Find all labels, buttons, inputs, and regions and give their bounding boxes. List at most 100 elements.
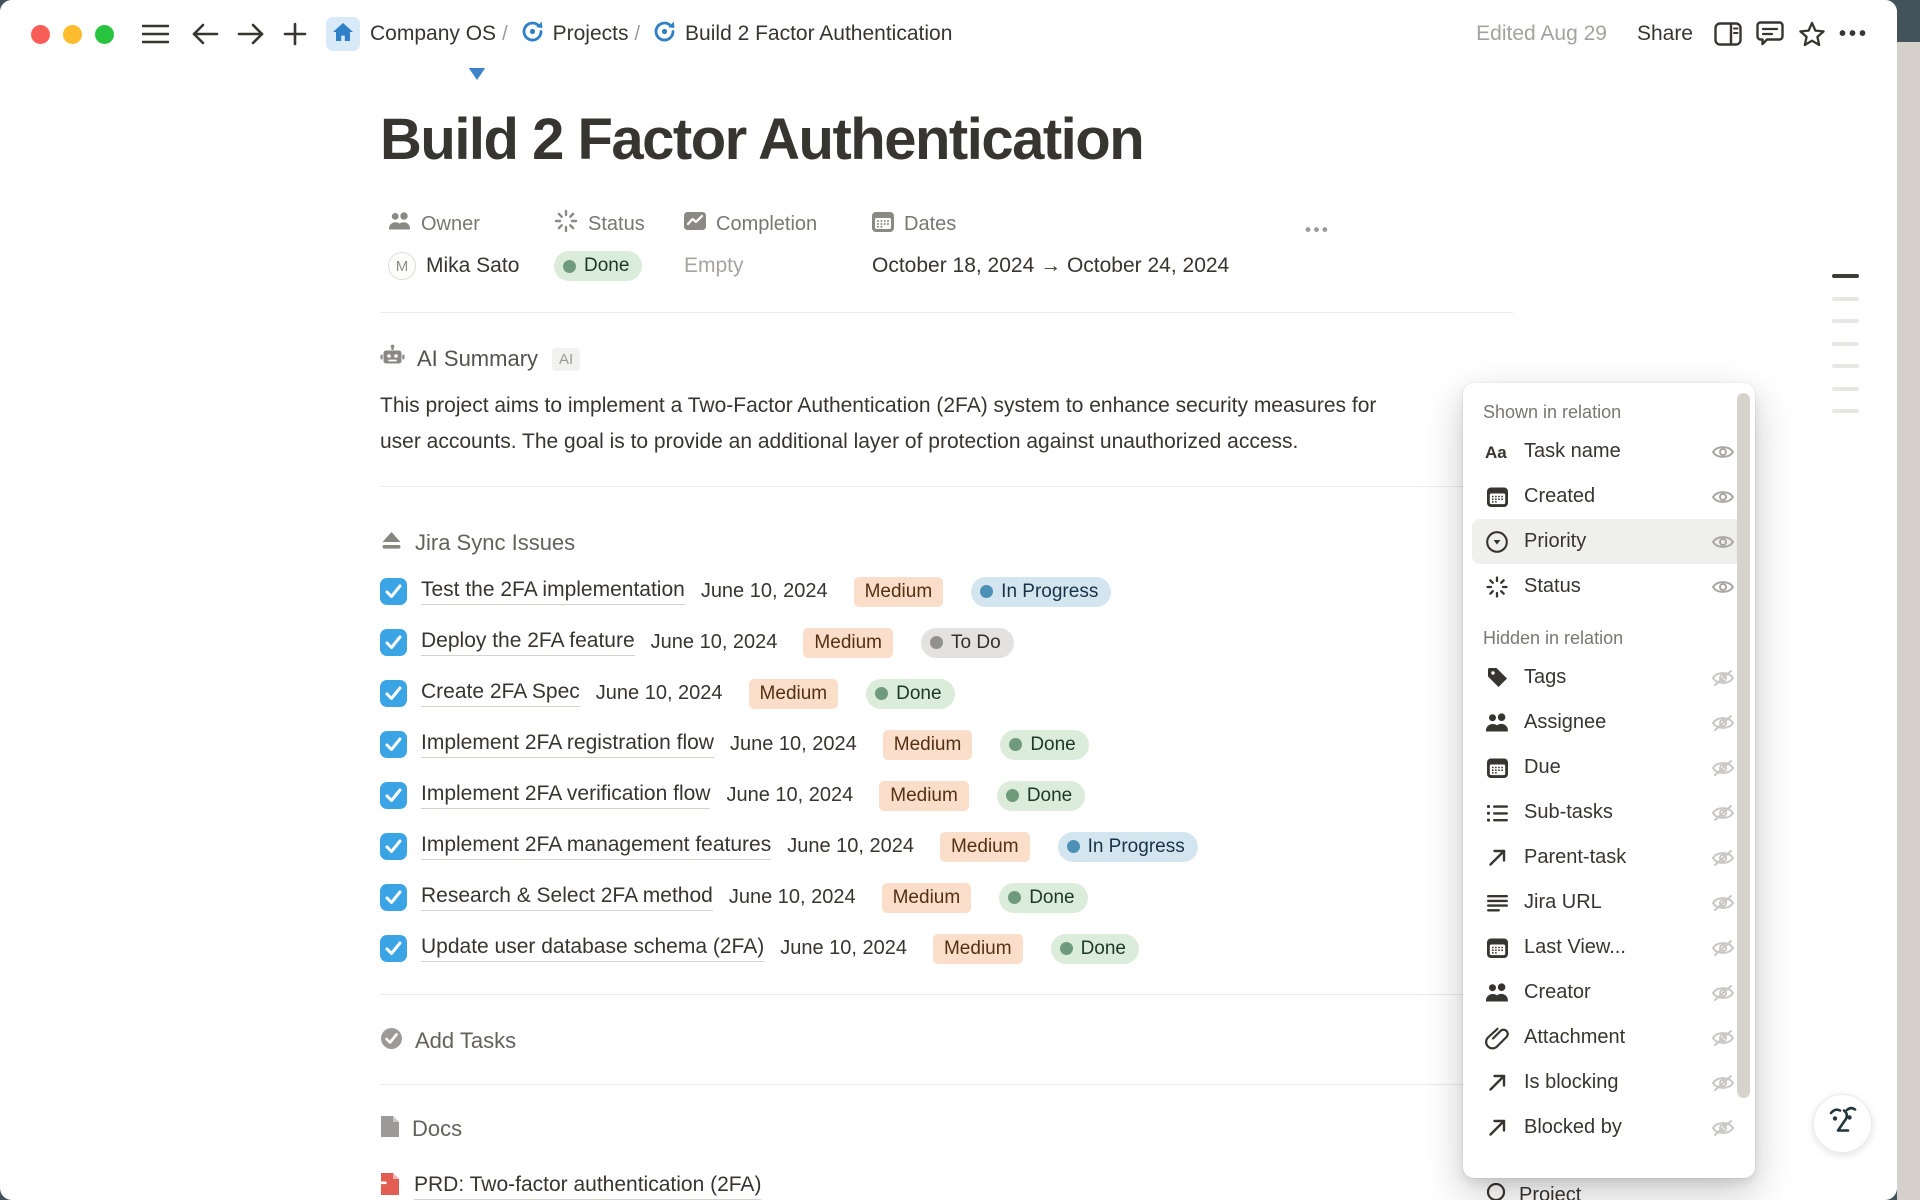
favorite-button[interactable] bbox=[1795, 17, 1829, 51]
popup-item-priority[interactable]: Priority bbox=[1472, 519, 1746, 564]
dates-value[interactable]: October 18, 2024 → October 24, 2024 bbox=[872, 246, 1302, 286]
task-link[interactable]: Implement 2FA verification flow bbox=[421, 782, 710, 809]
desktop-strip bbox=[1897, 42, 1920, 1200]
new-tab-button[interactable] bbox=[278, 17, 312, 51]
eye-hidden-icon[interactable] bbox=[1710, 804, 1736, 822]
checkbox-checked[interactable] bbox=[380, 731, 407, 758]
popup-item-last-viewed[interactable]: Last View... bbox=[1472, 925, 1746, 970]
jira-sync-header[interactable]: Jira Sync Issues bbox=[380, 528, 575, 558]
breadcrumb-current[interactable]: Build 2 Factor Authentication bbox=[685, 22, 952, 46]
zoom-window-button[interactable] bbox=[95, 25, 114, 44]
task-date: June 10, 2024 bbox=[787, 835, 914, 858]
sync-icon bbox=[652, 19, 677, 49]
priority-badge: Medium bbox=[854, 577, 944, 607]
relation-properties-popup: Shown in relation Aa Task name Created P… bbox=[1463, 383, 1755, 1178]
eye-hidden-icon[interactable] bbox=[1710, 849, 1736, 867]
people-icon bbox=[388, 211, 411, 237]
doc-link[interactable]: PRD: Two-factor authentication (2FA) bbox=[414, 1173, 761, 1200]
popup-item-task-name[interactable]: Aa Task name bbox=[1472, 429, 1746, 474]
eye-hidden-icon[interactable] bbox=[1710, 1119, 1736, 1137]
popup-item-is-blocking[interactable]: Is blocking bbox=[1472, 1060, 1746, 1105]
eye-hidden-icon[interactable] bbox=[1710, 894, 1736, 912]
popup-item-sub-tasks[interactable]: Sub-tasks bbox=[1472, 790, 1746, 835]
popup-item-tags[interactable]: Tags bbox=[1472, 655, 1746, 700]
task-link[interactable]: Create 2FA Spec bbox=[421, 680, 580, 707]
eye-hidden-icon[interactable] bbox=[1710, 714, 1736, 732]
popup-scrollbar[interactable] bbox=[1737, 393, 1750, 1098]
status-badge: In Progress bbox=[971, 577, 1111, 607]
back-button[interactable] bbox=[188, 17, 222, 51]
popup-item-created[interactable]: Created bbox=[1472, 474, 1746, 519]
eye-visible-icon[interactable] bbox=[1710, 488, 1736, 506]
forward-button[interactable] bbox=[234, 17, 268, 51]
list-icon bbox=[1484, 800, 1510, 826]
popup-item-status[interactable]: Status bbox=[1472, 564, 1746, 609]
task-link[interactable]: Test the 2FA implementation bbox=[421, 578, 685, 605]
popup-item-assignee[interactable]: Assignee bbox=[1472, 700, 1746, 745]
ai-face-icon bbox=[1823, 1100, 1863, 1147]
status-badge: Done bbox=[999, 883, 1087, 913]
breadcrumb-root[interactable]: Company OS bbox=[370, 22, 496, 46]
eye-hidden-icon[interactable] bbox=[1710, 669, 1736, 687]
eye-hidden-icon[interactable] bbox=[1710, 984, 1736, 1002]
popup-item-blocked-by[interactable]: Blocked by bbox=[1472, 1105, 1746, 1150]
popup-item-jira-url[interactable]: Jira URL bbox=[1472, 880, 1746, 925]
checkbox-checked[interactable] bbox=[380, 935, 407, 962]
breadcrumb-home[interactable] bbox=[326, 17, 360, 51]
checkbox-checked[interactable] bbox=[380, 884, 407, 911]
eye-hidden-icon[interactable] bbox=[1710, 939, 1736, 957]
eye-hidden-icon[interactable] bbox=[1710, 759, 1736, 777]
minimize-window-button[interactable] bbox=[63, 25, 82, 44]
task-row: Update user database schema (2FA) June 1… bbox=[380, 923, 1520, 974]
table-of-contents-indicator[interactable] bbox=[1832, 274, 1859, 432]
comments-button[interactable] bbox=[1753, 17, 1787, 51]
open-sidepanel-button[interactable] bbox=[1711, 17, 1745, 51]
priority-badge: Medium bbox=[879, 781, 969, 811]
eye-visible-icon[interactable] bbox=[1710, 533, 1736, 551]
menu-button[interactable] bbox=[138, 17, 172, 51]
share-button[interactable]: Share bbox=[1627, 18, 1703, 50]
popup-item-parent-task[interactable]: Parent-task bbox=[1472, 835, 1746, 880]
page-title[interactable]: Build 2 Factor Authentication bbox=[380, 106, 1143, 173]
owner-value[interactable]: M Mika Sato bbox=[388, 246, 554, 286]
checkbox-checked[interactable] bbox=[380, 782, 407, 809]
eye-hidden-icon[interactable] bbox=[1710, 1029, 1736, 1047]
page-more-button[interactable]: ••• bbox=[1837, 17, 1871, 51]
task-link[interactable]: Research & Select 2FA method bbox=[421, 884, 713, 911]
docs-header[interactable]: Docs bbox=[380, 1114, 462, 1144]
checkbox-checked[interactable] bbox=[380, 833, 407, 860]
checkbox-checked[interactable] bbox=[380, 578, 407, 605]
ellipsis-icon: ••• bbox=[1839, 23, 1869, 46]
task-date: June 10, 2024 bbox=[726, 784, 853, 807]
notion-ai-button[interactable] bbox=[1813, 1094, 1872, 1153]
property-dates[interactable]: Dates bbox=[872, 208, 1302, 240]
property-owner[interactable]: Owner bbox=[388, 208, 554, 240]
property-completion[interactable]: Completion bbox=[684, 208, 872, 240]
popup-item-due[interactable]: Due bbox=[1472, 745, 1746, 790]
eye-hidden-icon[interactable] bbox=[1710, 1074, 1736, 1092]
task-link[interactable]: Deploy the 2FA feature bbox=[421, 629, 635, 656]
popup-item-attachment[interactable]: Attachment bbox=[1472, 1015, 1746, 1060]
status-value[interactable]: Done bbox=[554, 246, 684, 286]
breadcrumb-projects[interactable]: Projects bbox=[553, 22, 629, 46]
properties-more-button[interactable]: ••• bbox=[1305, 220, 1330, 240]
task-row: Research & Select 2FA method June 10, 20… bbox=[380, 872, 1520, 923]
checkbox-checked[interactable] bbox=[380, 680, 407, 707]
checkbox-checked[interactable] bbox=[380, 629, 407, 656]
close-window-button[interactable] bbox=[31, 25, 50, 44]
task-link[interactable]: Implement 2FA management features bbox=[421, 833, 771, 860]
add-tasks-header[interactable]: Add Tasks bbox=[380, 1026, 516, 1056]
popup-item-creator[interactable]: Creator bbox=[1472, 970, 1746, 1015]
eye-visible-icon[interactable] bbox=[1710, 443, 1736, 461]
property-status[interactable]: Status bbox=[554, 208, 684, 240]
task-link[interactable]: Implement 2FA registration flow bbox=[421, 731, 714, 758]
divider bbox=[380, 994, 1513, 995]
ai-summary-header[interactable]: AI Summary AI bbox=[380, 344, 580, 374]
task-link[interactable]: Update user database schema (2FA) bbox=[421, 935, 764, 962]
home-icon bbox=[332, 22, 354, 47]
eye-visible-icon[interactable] bbox=[1710, 578, 1736, 596]
task-date: June 10, 2024 bbox=[596, 682, 723, 705]
notion-window: Company OS / Projects / Build 2 Factor A… bbox=[0, 0, 1897, 1200]
traffic-lights bbox=[31, 25, 114, 44]
completion-value[interactable]: Empty bbox=[684, 246, 872, 286]
